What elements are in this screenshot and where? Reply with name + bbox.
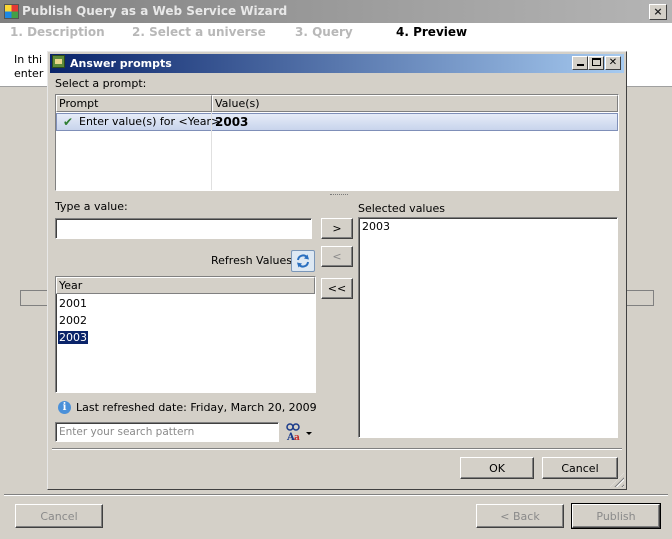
wizard-back-button[interactable]: < Back (476, 504, 564, 528)
maximize-icon (591, 58, 601, 66)
column-divider (211, 112, 212, 190)
wizard-separator (4, 494, 668, 496)
dialog-close-button[interactable]: ✕ (605, 56, 621, 70)
selected-values-list[interactable]: 2003 (358, 217, 618, 438)
dialog-title: Answer prompts (70, 57, 172, 70)
wizard-body-fragment-right (626, 290, 654, 306)
minimize-icon (576, 64, 584, 66)
selected-values-label: Selected values (358, 202, 445, 215)
remove-value-button[interactable]: < (321, 246, 353, 267)
search-pattern-input[interactable] (55, 422, 279, 442)
selected-value-item[interactable]: 2003 (361, 220, 391, 233)
refresh-values-button[interactable] (291, 250, 315, 272)
type-value-input[interactable] (55, 218, 312, 239)
add-value-button[interactable]: > (321, 218, 353, 239)
maximize-button[interactable] (588, 56, 604, 70)
svg-text:a: a (294, 433, 300, 442)
year-column-header[interactable]: Year (56, 277, 315, 294)
step-description: 1. Description (10, 25, 105, 39)
minimize-button[interactable] (572, 56, 588, 70)
prompt-row-value: 2003 (215, 115, 249, 129)
remove-all-values-button[interactable]: << (321, 278, 353, 299)
list-item[interactable]: 2001 (58, 297, 88, 310)
wizard-intro-text: In thi enter (14, 53, 46, 81)
prompt-table: Prompt Value(s) ✔ Enter value(s) for <Ye… (55, 94, 619, 191)
prompt-dialog-icon (52, 55, 65, 68)
list-items: 2001 2002 2003 (58, 297, 88, 344)
wizard-titlebar: Publish Query as a Web Service Wizard (0, 0, 672, 23)
list-item-selected[interactable]: 2003 (58, 331, 88, 344)
refresh-values-label: Refresh Values (211, 254, 292, 267)
last-refreshed-text: Last refreshed date: Friday, March 20, 2… (76, 401, 317, 414)
list-item[interactable]: 2002 (58, 314, 88, 327)
wizard-title: Publish Query as a Web Service Wizard (22, 4, 288, 18)
step-query: 3. Query (295, 25, 353, 39)
refresh-icon (297, 254, 309, 268)
wizard-close-button[interactable]: × (649, 4, 667, 20)
app-icon (4, 4, 19, 19)
prompt-row-text: Enter value(s) for <Year> (79, 115, 221, 128)
intro-line-2: enter (14, 67, 44, 80)
close-icon: ✕ (608, 57, 618, 68)
intro-line-1: In thi (14, 53, 43, 66)
step-select-universe: 2. Select a universe (132, 25, 266, 39)
checkmark-icon: ✔ (63, 115, 74, 129)
type-value-label: Type a value: (55, 200, 128, 213)
ok-button[interactable]: OK (460, 457, 534, 479)
wizard-publish-button[interactable]: Publish (571, 503, 661, 529)
wizard-body-fragment-left (20, 290, 48, 306)
dialog-separator (52, 448, 622, 450)
splitter-handle[interactable] (330, 194, 348, 197)
select-prompt-label: Select a prompt: (55, 77, 147, 90)
year-values-list[interactable]: Year 2001 2002 2003 (55, 276, 316, 393)
dialog-cancel-button[interactable]: Cancel (542, 457, 618, 479)
dialog-titlebar: Answer prompts (50, 54, 624, 73)
wizard-cancel-button[interactable]: Cancel (15, 504, 103, 528)
search-options-button[interactable]: A a (285, 422, 315, 443)
info-icon: i (58, 401, 71, 414)
step-preview: 4. Preview (396, 25, 468, 39)
search-options-icon: A a (286, 423, 312, 443)
prompt-column-header[interactable]: Prompt (56, 95, 212, 112)
prompt-row[interactable]: ✔ Enter value(s) for <Year> 2003 (56, 113, 618, 131)
values-column-header[interactable]: Value(s) (212, 95, 618, 112)
answer-prompts-dialog: Answer prompts ✕ Select a prompt: Prompt… (47, 51, 627, 490)
